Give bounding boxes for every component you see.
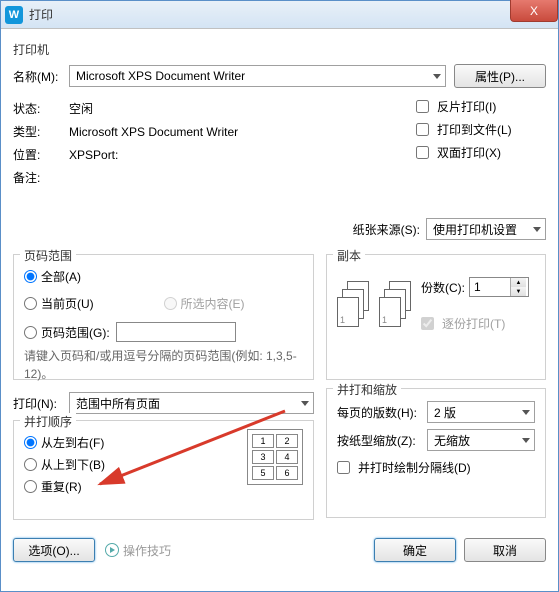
order-tb-radio[interactable]	[24, 458, 37, 471]
scale-label: 按纸型缩放(Z):	[337, 432, 427, 449]
order-repeat-radio[interactable]	[24, 480, 37, 493]
range-pages-radio[interactable]	[24, 326, 37, 339]
spin-up-icon[interactable]: ▲	[511, 278, 526, 287]
close-icon: X	[530, 4, 538, 18]
location-label: 位置:	[13, 146, 69, 163]
tips-link[interactable]: 操作技巧	[105, 542, 171, 559]
print-what-value: 范围中所有页面	[76, 395, 160, 412]
play-icon	[105, 543, 119, 557]
properties-button[interactable]: 属性(P)...	[454, 64, 546, 88]
print-to-file-checkbox[interactable]	[416, 123, 429, 136]
cancel-button[interactable]: 取消	[464, 538, 546, 562]
remark-label: 备注:	[13, 169, 69, 186]
printer-name-combo[interactable]: Microsoft XPS Document Writer	[69, 65, 446, 87]
draw-lines-option[interactable]: 并打时绘制分隔线(D)	[337, 459, 535, 476]
draw-lines-checkbox[interactable]	[337, 461, 350, 474]
print-to-file-option[interactable]: 打印到文件(L)	[416, 121, 546, 138]
app-icon: W	[5, 6, 23, 24]
section-printer-title: 打印机	[13, 41, 546, 58]
order-tb-option[interactable]: 从上到下(B)	[24, 456, 247, 473]
print-order-title: 并打顺序	[20, 413, 76, 430]
range-selection-option: 所选内容(E)	[164, 295, 304, 312]
print-order-group: 并打顺序 从左到右(F) 从上到下(B) 重复(R) 12 34 56	[13, 420, 314, 520]
type-value: Microsoft XPS Document Writer	[69, 125, 238, 139]
printer-name-label: 名称(M):	[13, 68, 69, 85]
reverse-print-checkbox[interactable]	[416, 100, 429, 113]
per-sheet-label: 每页的版数(H):	[337, 404, 427, 421]
order-lr-option[interactable]: 从左到右(F)	[24, 434, 247, 451]
range-selection-radio	[164, 297, 177, 310]
status-label: 状态:	[13, 100, 69, 117]
print-what-combo[interactable]: 范围中所有页面	[69, 392, 314, 414]
page-range-title: 页码范围	[20, 247, 76, 264]
copies-group: 副本 3 2 1 3 2 1	[326, 254, 546, 380]
range-current-option[interactable]: 当前页(U)	[24, 295, 164, 312]
scale-combo[interactable]: 无缩放	[427, 429, 535, 451]
collate-checkbox	[421, 317, 434, 330]
titlebar[interactable]: W 打印 X	[1, 1, 558, 29]
paper-source-combo[interactable]: 使用打印机设置	[426, 218, 546, 240]
page-range-note: 请键入页码和/或用逗号分隔的页码范围(例如: 1,3,5-12)。	[24, 347, 303, 383]
close-button[interactable]: X	[510, 0, 558, 22]
page-range-input[interactable]	[116, 322, 236, 342]
range-current-radio[interactable]	[24, 297, 37, 310]
scale-value: 无缩放	[434, 432, 470, 449]
copies-count-label: 份数(C):	[421, 279, 465, 296]
chevron-down-icon	[301, 401, 309, 406]
chevron-down-icon	[522, 438, 530, 443]
copies-count-input[interactable]	[470, 278, 510, 296]
chevron-down-icon	[522, 410, 530, 415]
chevron-down-icon	[433, 74, 441, 79]
copies-title: 副本	[333, 247, 365, 264]
per-sheet-value: 2 版	[434, 404, 456, 421]
order-repeat-option[interactable]: 重复(R)	[24, 478, 247, 495]
duplex-option[interactable]: 双面打印(X)	[416, 144, 546, 161]
print-what-label: 打印(N):	[13, 395, 69, 412]
range-pages-option[interactable]: 页码范围(G):	[24, 322, 303, 342]
range-all-radio[interactable]	[24, 270, 37, 283]
options-button[interactable]: 选项(O)...	[13, 538, 95, 562]
reverse-print-option[interactable]: 反片打印(I)	[416, 98, 546, 115]
collate-preview: 3 2 1 3 2 1	[337, 281, 413, 329]
type-label: 类型:	[13, 123, 69, 140]
window-title: 打印	[29, 6, 53, 23]
ok-button[interactable]: 确定	[374, 538, 456, 562]
location-value: XPSPort:	[69, 148, 118, 162]
paper-source-label: 纸张来源(S):	[353, 221, 420, 238]
order-preview: 12 34 56	[247, 429, 303, 485]
scale-title: 并打和缩放	[333, 381, 401, 398]
chevron-down-icon	[533, 227, 541, 232]
print-dialog: W 打印 X 打印机 名称(M): Microsoft XPS Document…	[0, 0, 559, 592]
paper-source-value: 使用打印机设置	[433, 221, 517, 238]
duplex-checkbox[interactable]	[416, 146, 429, 159]
status-value: 空闲	[69, 100, 93, 117]
scale-group: 并打和缩放 每页的版数(H): 2 版 按纸型缩放(Z): 无缩放	[326, 388, 546, 518]
per-sheet-combo[interactable]: 2 版	[427, 401, 535, 423]
range-all-option[interactable]: 全部(A)	[24, 268, 303, 285]
order-lr-radio[interactable]	[24, 436, 37, 449]
printer-name-value: Microsoft XPS Document Writer	[76, 69, 245, 83]
copies-spinner[interactable]: ▲▼	[469, 277, 529, 297]
spin-down-icon[interactable]: ▼	[511, 287, 526, 296]
collate-option: 逐份打印(T)	[421, 315, 535, 332]
page-range-group: 页码范围 全部(A) 当前页(U) 所选内容(E) 页码范围(G): 请键入页码…	[13, 254, 314, 380]
